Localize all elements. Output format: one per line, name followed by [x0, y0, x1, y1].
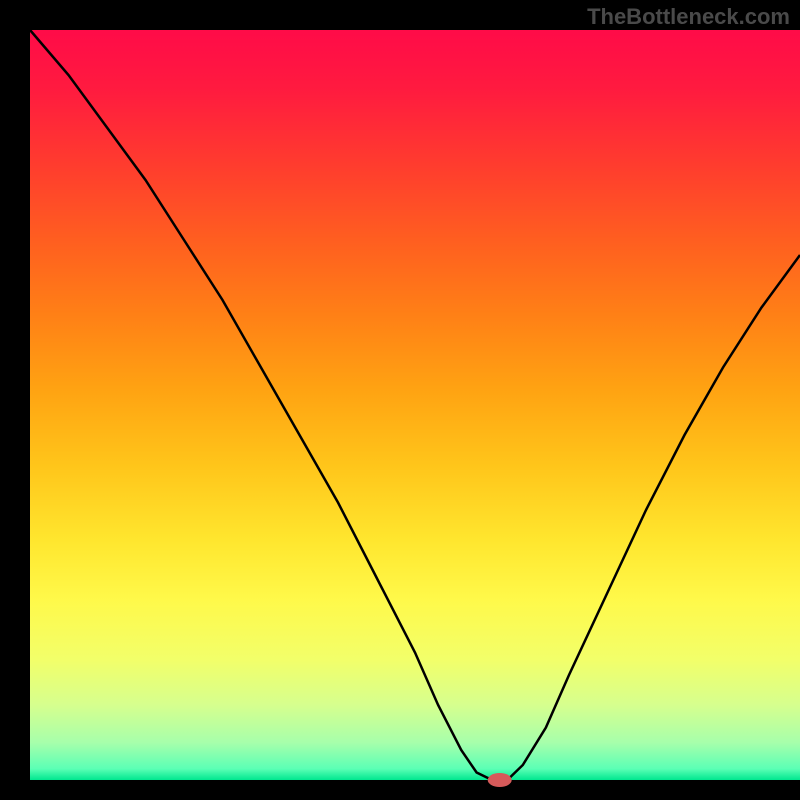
optimal-point-marker [488, 773, 512, 787]
bottleneck-chart [0, 0, 800, 800]
watermark-text: TheBottleneck.com [587, 4, 790, 30]
chart-svg [0, 0, 800, 800]
gradient-background [30, 30, 800, 780]
